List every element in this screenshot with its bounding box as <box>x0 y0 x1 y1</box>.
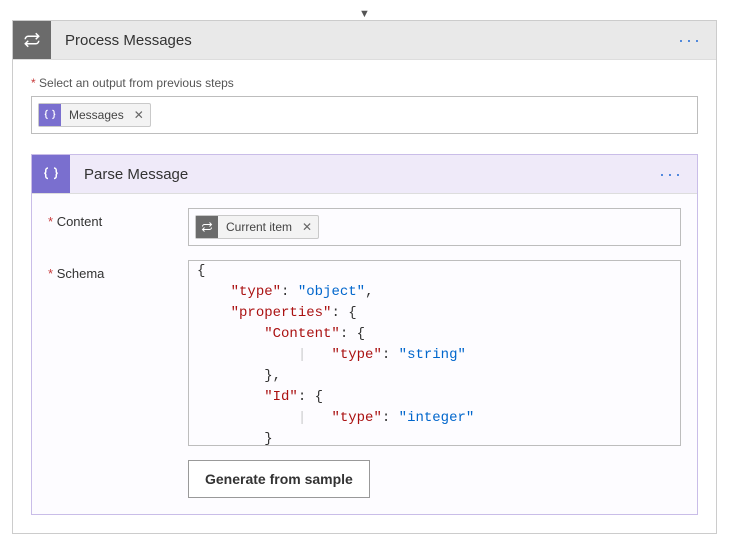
schema-editor[interactable]: { "type": "object", "properties": { "Con… <box>188 260 681 446</box>
schema-label: * Schema <box>48 260 188 281</box>
content-label: * Content <box>48 208 188 229</box>
outer-card-menu-button[interactable]: ··· <box>664 30 716 51</box>
token-label: Current item <box>226 220 292 234</box>
inner-card-header[interactable]: Parse Message ··· <box>32 155 697 194</box>
outer-card: Process Messages ··· * Select an output … <box>12 20 717 534</box>
remove-token-icon[interactable]: ✕ <box>302 220 312 234</box>
content-field[interactable]: Current item ✕ <box>188 208 681 246</box>
flow-arrow-icon: ▼ <box>12 10 717 18</box>
current-item-token[interactable]: Current item ✕ <box>195 215 319 239</box>
loop-small-icon <box>196 216 218 238</box>
select-output-label: * Select an output from previous steps <box>31 76 698 90</box>
braces-icon <box>39 104 61 126</box>
outer-card-header[interactable]: Process Messages ··· <box>13 21 716 60</box>
inner-card: Parse Message ··· * Content <box>31 154 698 515</box>
generate-from-sample-button[interactable]: Generate from sample <box>188 460 370 498</box>
outer-card-body: * Select an output from previous steps M… <box>13 60 716 533</box>
parse-icon <box>32 155 70 193</box>
token-label: Messages <box>69 108 124 122</box>
inner-card-menu-button[interactable]: ··· <box>645 164 697 185</box>
inner-card-body: * Content Current item ✕ <box>32 194 697 514</box>
outer-card-title: Process Messages <box>51 32 664 49</box>
remove-token-icon[interactable]: ✕ <box>134 108 144 122</box>
select-output-field[interactable]: Messages ✕ <box>31 96 698 134</box>
loop-icon <box>13 21 51 59</box>
inner-card-title: Parse Message <box>70 166 645 183</box>
messages-token[interactable]: Messages ✕ <box>38 103 151 127</box>
